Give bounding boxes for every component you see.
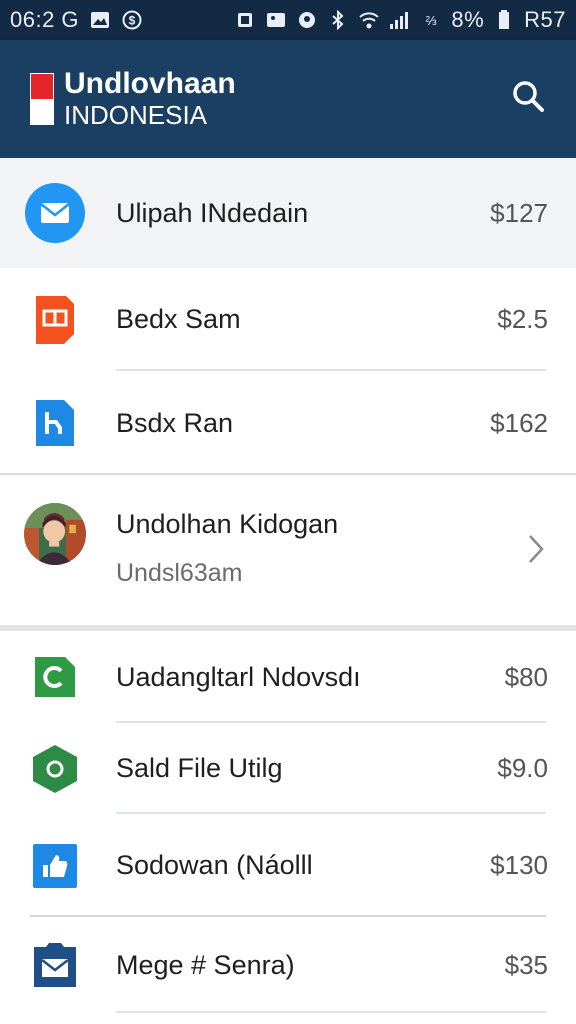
indonesia-flag-logo <box>30 73 54 125</box>
list-item[interactable]: Mege # Senra) $35 <box>0 917 576 1013</box>
list-item[interactable]: Sodowan (Náolll $130 <box>0 814 576 917</box>
app-title: Undlovhaan INDONESIA <box>64 67 236 131</box>
bluetooth-icon <box>327 9 349 31</box>
transaction-list: Ulipah INdedain $127 Bedx Sam $2.5 Bsdx … <box>0 158 576 1013</box>
svg-text:⅔: ⅔ <box>426 13 437 28</box>
item-label: Ulipah INdedain <box>116 197 309 228</box>
photo-icon <box>89 9 111 31</box>
list-item[interactable]: Bsdx Ran $162 <box>0 371 576 475</box>
item-label: Bedx Sam <box>116 304 241 334</box>
profile-name: Undolhan Kidogan <box>116 509 339 539</box>
status-time: 06:2 G <box>10 7 80 32</box>
item-amount: $162 <box>490 407 548 438</box>
signal-icon <box>389 9 411 31</box>
green-doc-icon <box>24 655 86 699</box>
item-amount: $127 <box>490 197 548 228</box>
item-amount: $35 <box>504 949 548 980</box>
currency-icon: $ <box>121 9 143 31</box>
item-label: Bsdx Ran <box>116 407 234 438</box>
item-label: Sald File Utilg <box>116 753 283 783</box>
chevron-right-icon <box>526 533 546 570</box>
mail-circle-icon <box>24 182 86 244</box>
wifi-icon <box>358 9 380 31</box>
svg-text:$: $ <box>129 14 136 28</box>
avatar <box>24 497 86 571</box>
list-item[interactable]: Uadangltarl Ndovsdı $80 <box>0 631 576 723</box>
green-hex-icon <box>24 743 86 795</box>
notification-icon <box>234 9 256 31</box>
search-icon <box>513 81 544 112</box>
battery-icon <box>493 9 515 31</box>
status-bar: 06:2 G $ ⅔ 8% R57 <box>0 0 576 40</box>
thumb-up-icon <box>24 843 86 889</box>
battery-percent: 8% <box>451 7 485 32</box>
status-right-text: R57 <box>524 7 566 32</box>
list-item[interactable]: Bedx Sam $2.5 <box>0 268 576 371</box>
blue-file-icon <box>24 398 86 448</box>
item-label: Uadangltarl Ndovsdı <box>116 661 361 692</box>
list-item[interactable]: Ulipah INdedain $127 <box>0 158 576 268</box>
app-title-line2: INDONESIA <box>64 100 208 130</box>
item-amount: $9.0 <box>497 753 548 783</box>
list-item[interactable]: Sald File Utilg $9.0 <box>0 723 576 814</box>
data-icon: ⅔ <box>420 9 442 31</box>
profile-sublabel: Undsl63am <box>116 559 243 587</box>
item-amount: $2.5 <box>497 304 548 334</box>
search-button[interactable] <box>508 76 548 116</box>
envelope-icon <box>24 941 86 989</box>
item-label: Mege # Senra) <box>116 949 295 980</box>
profile-row[interactable]: Undolhan Kidogan Undsl63am <box>0 475 576 625</box>
item-label: Sodowan (Náolll <box>116 850 313 880</box>
image-icon <box>265 9 287 31</box>
item-amount: $130 <box>490 850 548 880</box>
app-bar: Undlovhaan INDONESIA <box>0 40 576 158</box>
orange-doc-icon <box>24 294 86 346</box>
location-icon <box>296 9 318 31</box>
item-amount: $80 <box>504 661 548 692</box>
app-title-line1: Undlovhaan <box>64 67 236 100</box>
